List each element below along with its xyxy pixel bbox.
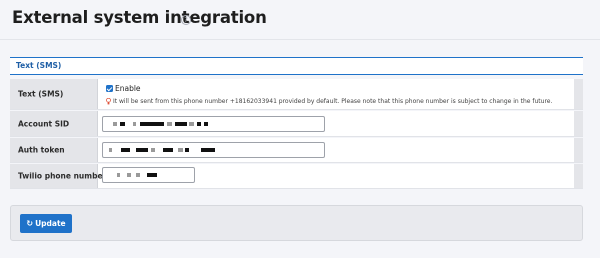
lightbulb-icon bbox=[106, 98, 111, 105]
phone-number-label: Twilio phone number bbox=[18, 171, 107, 181]
account-sid-label: Account SID bbox=[18, 119, 70, 128]
sms-label: Text (SMS) bbox=[18, 89, 64, 99]
sms-section: Text (SMS) Text (SMS) Enable It will be … bbox=[10, 57, 583, 189]
section-header: Text (SMS) bbox=[10, 57, 583, 75]
auth-token-input[interactable] bbox=[102, 142, 325, 158]
section-title: Text (SMS) bbox=[16, 61, 62, 70]
help-icon[interactable]: ? bbox=[181, 15, 191, 25]
update-button[interactable]: ↻ Update bbox=[20, 214, 72, 233]
row-label: Twilio phone number bbox=[10, 164, 106, 188]
row-label: Auth token bbox=[10, 138, 98, 162]
update-label: Update bbox=[35, 219, 66, 228]
row-label: Text (SMS) bbox=[10, 79, 98, 109]
refresh-icon: ↻ bbox=[26, 219, 34, 228]
form-footer: ↻ Update bbox=[10, 205, 583, 241]
phone-number-input[interactable] bbox=[102, 167, 195, 183]
account-sid-input[interactable] bbox=[102, 116, 325, 132]
row-account-sid: Account SID bbox=[10, 111, 583, 137]
row-label: Account SID bbox=[10, 111, 98, 136]
auth-token-label: Auth token bbox=[18, 145, 65, 155]
row-auth-token: Auth token bbox=[10, 138, 583, 163]
row-sms: Text (SMS) Enable It will be sent from t… bbox=[10, 79, 583, 110]
enable-checkbox[interactable] bbox=[106, 85, 113, 92]
sms-note: It will be sent from this phone number +… bbox=[113, 98, 553, 105]
row-phone-number: Twilio phone number bbox=[10, 164, 583, 189]
enable-label[interactable]: Enable bbox=[115, 84, 141, 93]
page-title: External system integration bbox=[12, 8, 267, 27]
page-header: External system integration ? bbox=[0, 0, 600, 40]
